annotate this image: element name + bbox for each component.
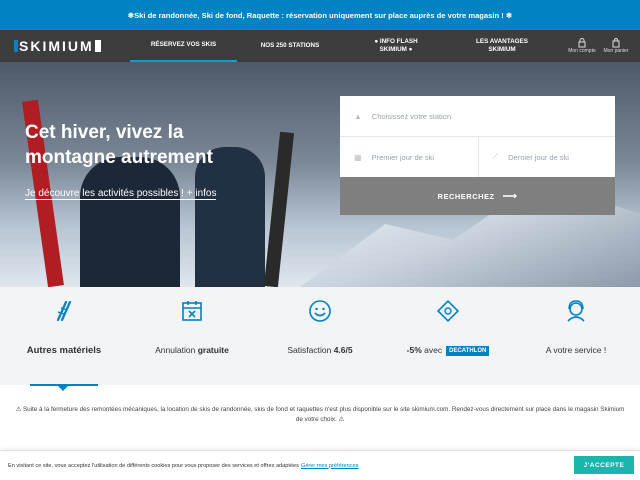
- hero-title: Cet hiver, vivez la montagne autrement: [25, 122, 213, 168]
- cart-label: Mon panier: [603, 48, 629, 54]
- nav-reserve-skis[interactable]: RÉSERVEZ VOS SKIS: [130, 30, 237, 62]
- feature-label-bold: gratuite: [197, 345, 229, 355]
- smiley-icon: [309, 300, 331, 322]
- mountain-icon: ▲: [354, 111, 362, 121]
- feature-other-equipment[interactable]: Autres matériels: [0, 287, 128, 385]
- closure-notice: ⚠ Suite à la fermeture des remontées méc…: [15, 406, 625, 423]
- feature-label-suffix: avec: [421, 345, 443, 355]
- feature-service[interactable]: A votre service !: [512, 287, 640, 385]
- skimium-logo[interactable]: SKIMIUM: [0, 30, 130, 62]
- feature-label: Annulation gratuite: [155, 345, 229, 355]
- feature-free-cancel[interactable]: Annulation gratuite: [128, 287, 256, 385]
- calendar-cancel-icon: [182, 301, 202, 321]
- lock-icon: [578, 38, 586, 48]
- active-feature-caret: [58, 386, 68, 391]
- calendar-icon: ▦: [354, 152, 362, 162]
- arrow-right-icon: ⟶: [502, 190, 518, 202]
- skis-icon: [56, 300, 72, 322]
- cookie-bar: En visitant ce site, vous acceptez l'uti…: [0, 450, 640, 480]
- hero-link-text[interactable]: Je découvre les activités possibles ! + …: [25, 188, 217, 200]
- feature-label: -5% avec DECATHLON: [407, 345, 490, 356]
- account-label: Mon compte: [568, 48, 596, 54]
- feature-label: Satisfaction 4.6/5: [287, 345, 352, 355]
- logo-mark-end: [94, 40, 101, 52]
- last-day-placeholder: Dernier jour de ski: [508, 152, 569, 162]
- ski-icon: ⟋: [492, 152, 499, 161]
- feature-label: A votre service !: [545, 345, 607, 355]
- search-button[interactable]: RECHERCHEZ ⟶: [340, 177, 615, 215]
- feature-label-prefix: Annulation: [155, 345, 198, 355]
- hero-link[interactable]: Je découvre les activités possibles ! + …: [25, 188, 217, 200]
- support-agent-icon: [567, 300, 585, 322]
- search-button-label: RECHERCHEZ: [437, 191, 495, 201]
- feature-label-prefix: Satisfaction: [287, 345, 334, 355]
- cart-button[interactable]: Mon panier: [599, 30, 633, 62]
- last-day-input[interactable]: ⟋ Dernier jour de ski: [477, 137, 615, 177]
- nav-info-flash[interactable]: ● INFO FLASH SKIMIUM ●: [343, 30, 449, 62]
- station-input[interactable]: ▲ Choisissez votre station: [340, 96, 615, 136]
- cookie-preferences-link[interactable]: Gérer mes préférences: [301, 463, 359, 469]
- feature-label-bold: 4.6/5: [333, 345, 353, 355]
- feature-label: Autres matériels: [26, 345, 102, 356]
- skier-man-image: [80, 157, 180, 287]
- ticket-discount-icon: [436, 299, 460, 323]
- feature-label-bold: -5%: [406, 345, 422, 355]
- first-day-placeholder: Premier jour de ski: [371, 152, 435, 162]
- feature-satisfaction[interactable]: Satisfaction 4.6/5: [256, 287, 384, 385]
- decathlon-logo: DECATHLON: [446, 345, 490, 356]
- feature-decathlon-discount[interactable]: -5% avec DECATHLON: [384, 287, 512, 385]
- logo-mark: [14, 40, 18, 52]
- first-day-input[interactable]: ▦ Premier jour de ski: [340, 137, 478, 177]
- accept-cookies-button[interactable]: J'ACCEPTE: [574, 456, 634, 474]
- account-button[interactable]: Mon compte: [565, 30, 599, 62]
- hero-section: Cet hiver, vivez la montagne autrement J…: [0, 62, 640, 287]
- search-form: ▲ Choisissez votre station ▦ Premier jou…: [340, 96, 615, 215]
- nav-stations[interactable]: NOS 250 STATIONS: [237, 30, 343, 62]
- main-nav: SKIMIUM RÉSERVEZ VOS SKIS NOS 250 STATIO…: [0, 30, 640, 62]
- info-banner: ❄Ski de randonnée, Ski de fond, Raquette…: [0, 0, 640, 30]
- station-placeholder: Choisissez votre station: [371, 111, 452, 121]
- nav-advantages[interactable]: LES AVANTAGES SKIMIUM: [449, 30, 555, 62]
- features-bar: Autres matériels Annulation gratuite Sat…: [0, 287, 640, 391]
- logo-text: SKIMIUM: [19, 38, 94, 54]
- cart-icon: [612, 38, 620, 48]
- cookie-text: En visitant ce site, vous acceptez l'uti…: [8, 462, 299, 469]
